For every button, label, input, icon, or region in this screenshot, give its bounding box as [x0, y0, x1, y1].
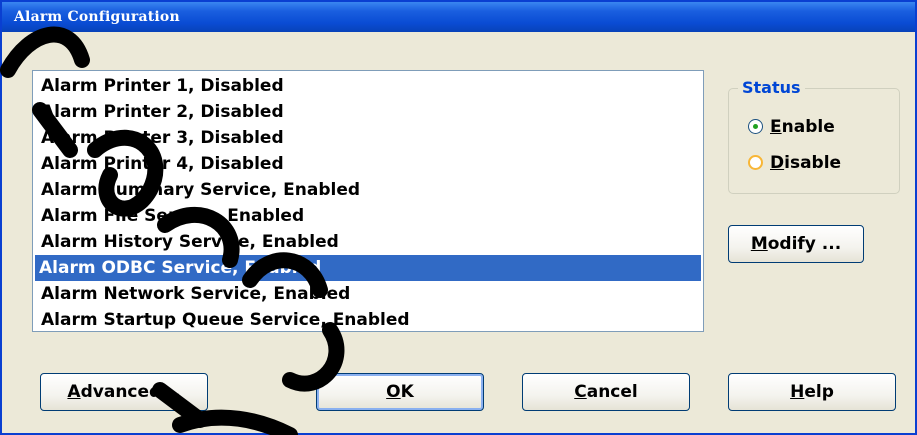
list-item[interactable]: Alarm Printer 1, Disabled	[37, 73, 288, 99]
radio-checked-icon	[748, 119, 763, 134]
status-legend: Status	[738, 78, 805, 97]
list-item[interactable]: Alarm File Service, Enabled	[37, 203, 308, 229]
alarm-configuration-window: Alarm Configuration Alarm Printer 1, Dis…	[0, 0, 917, 435]
status-group	[728, 88, 900, 194]
disable-label: Disable	[770, 153, 842, 173]
alarm-services-list[interactable]: Alarm Printer 1, Disabled Alarm Printer …	[32, 70, 704, 332]
list-item[interactable]: Alarm Printer 2, Disabled	[37, 99, 288, 125]
modify-button[interactable]: Modify ...	[728, 225, 864, 263]
help-button[interactable]: Help	[728, 373, 896, 411]
cancel-button[interactable]: Cancel	[522, 373, 690, 411]
ok-button[interactable]: OK	[316, 373, 484, 411]
list-item[interactable]: Alarm Printer 3, Disabled	[37, 125, 288, 151]
list-item[interactable]: Alarm Printer 4, Disabled	[37, 151, 288, 177]
list-item[interactable]: Alarm Summary Service, Enabled	[37, 177, 364, 203]
list-item[interactable]: Alarm History Service, Enabled	[37, 229, 343, 255]
title-bar[interactable]: Alarm Configuration	[2, 2, 915, 32]
list-item-selected[interactable]: Alarm ODBC Service, Enabled	[35, 255, 701, 281]
list-item[interactable]: Alarm Startup Queue Service, Enabled	[37, 307, 414, 333]
window-title: Alarm Configuration	[14, 9, 180, 25]
advanced-button[interactable]: Advanced...	[40, 373, 208, 411]
radio-unchecked-icon	[748, 155, 763, 170]
enable-label: Enable	[770, 117, 835, 137]
list-item[interactable]: Alarm Network Service, Enabled	[37, 281, 354, 307]
